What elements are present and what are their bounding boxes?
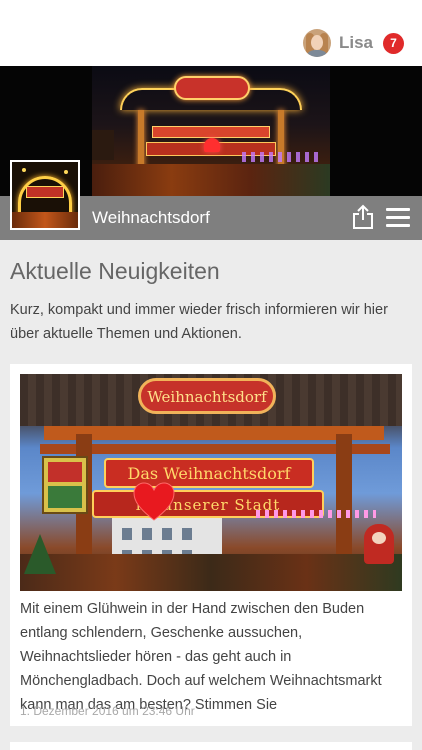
image-sign: Weihnachtsdorf (138, 378, 276, 414)
notification-badge[interactable]: 7 (383, 32, 404, 54)
share-icon[interactable] (352, 204, 374, 230)
image-sign-text: Weihnachtsdorf (147, 388, 267, 406)
image-banner-1-text: Das Weihnachtsdorf (127, 464, 291, 483)
heart-icon (133, 482, 175, 521)
banner-image (92, 66, 330, 196)
news-excerpt[interactable]: Mit einem Glühwein in der Hand zwischen … (20, 597, 406, 717)
user-name[interactable]: Lisa (339, 33, 373, 53)
avatar[interactable] (302, 29, 331, 57)
news-card[interactable]: Weihnachtsdorf Das Weihnachtsdorf im uns… (10, 364, 412, 726)
coat-of-arms-image (42, 456, 88, 514)
user-profile[interactable]: Lisa 7 (302, 28, 404, 58)
santa-figure-image (364, 524, 394, 564)
news-date: 1. Dezember 2016 um 23:46 Uhr (20, 704, 195, 718)
top-bar: Lisa 7 (0, 0, 422, 66)
next-news-card[interactable] (10, 742, 412, 750)
intro-text: Kurz, kompakt und immer wieder frisch in… (10, 302, 388, 342)
page-title: Weihnachtsdorf (92, 208, 210, 227)
news-image[interactable]: Weihnachtsdorf Das Weihnachtsdorf im uns… (20, 374, 402, 591)
hamburger-menu-icon[interactable] (386, 208, 412, 228)
section-title: Aktuelle Neuigkeiten (10, 258, 220, 284)
page-logo[interactable] (10, 160, 80, 230)
